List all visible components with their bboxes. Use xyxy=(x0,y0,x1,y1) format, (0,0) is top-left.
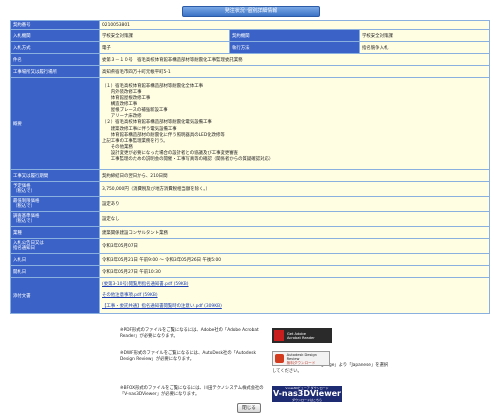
label-bid-org: 入札機関 xyxy=(10,29,100,42)
label-notice-date: 入札公告日又は 指名通知日 xyxy=(10,238,100,254)
label-contract-no: 契約番号 xyxy=(10,20,100,30)
autodesk-design-review-badge[interactable]: Autodesk Design Review 無料ダウンロード xyxy=(272,351,330,366)
detail-table: 契約番号 0210053801 入札機関 学校安全対策課 契約機関 学校安全対策… xyxy=(10,20,490,314)
value-contract-org: 学校安全対策課 xyxy=(359,29,490,42)
note-bfox: ※BFOX形式のファイルをご覧になるには、川田テクノシステム株式会社の「V-na… xyxy=(120,386,264,397)
label-survey-base: 調査基準価格 （税込で） xyxy=(10,211,100,227)
row-survey-base: 調査基準価格 （税込で） 設定なし xyxy=(10,211,490,227)
page-title: 発注状況･個別詳細情報 xyxy=(182,6,320,17)
note-pdf: ※PDF形式のファイルをご覧になるには、Adobe社の「Adobe Acroba… xyxy=(120,328,259,339)
row-open-date: 開札日 令和3年05月27日 午前10:30 xyxy=(10,265,490,278)
row-site: 工事場所又は履行場所 高知県宿毛市四万十町元帳平町5-1 xyxy=(10,65,490,78)
vnas-badge-main: V-nas3DViewer xyxy=(273,389,341,398)
value-site: 高知県宿毛市四万十町元帳平町5-1 xyxy=(99,65,490,78)
value-survey-base: 設定なし xyxy=(99,211,490,227)
row-subject: 件名 委第３－１０号 宿毛高校体育館非構造部材等耐震化工事監理委託業務 xyxy=(10,53,490,66)
row-period: 工事又は履行期間 契約締結日の翌日から、210日間 xyxy=(10,169,490,182)
value-bid-type: 電子 xyxy=(99,41,230,54)
value-open-date: 令和3年05月27日 午前10:30 xyxy=(99,265,490,278)
autodesk-badge-line2: 無料ダウンロード xyxy=(286,360,316,365)
value-industry: 建築関係建設コンサルタント業務 xyxy=(99,226,490,239)
value-bid-org: 学校安全対策課 xyxy=(99,29,230,42)
attachment-link-notes[interactable]: その他注意事項.pdf (59KB) xyxy=(102,293,158,298)
close-button[interactable]: 閉じる xyxy=(237,403,261,413)
attachment-link-notice[interactable]: (委第3-10号)閲覧用指名通知書.pdf (59KB) xyxy=(102,282,189,287)
label-open-date: 開札日 xyxy=(10,265,100,278)
value-min-limit: 設定あり xyxy=(99,196,490,212)
label-period: 工事又は履行期間 xyxy=(10,169,100,182)
value-exec-method: 指名競争入札 xyxy=(359,41,490,54)
label-contract-org: 契約機関 xyxy=(229,29,360,42)
row-contract-no: 契約番号 0210053801 xyxy=(10,20,490,30)
value-subject: 委第３－１０号 宿毛高校体育館非構造部材等耐震化工事監理委託業務 xyxy=(99,53,490,66)
value-contract-no: 0210053801 xyxy=(99,20,490,30)
note-dwf: ※DWF形式のファイルをご覧になるには、AutoDesk社の「Autodesk … xyxy=(120,351,256,362)
label-attachments: 添付文書 xyxy=(10,277,100,314)
row-attachments: 添付文書 (委第3-10号)閲覧用指名通知書.pdf (59KB) その他注意事… xyxy=(10,277,490,314)
label-min-limit: 最低制限価格 （税込で） xyxy=(10,196,100,212)
row-min-limit: 最低制限価格 （税込で） 設定あり xyxy=(10,196,490,212)
label-planned-price: 予定価格 （税込で） xyxy=(10,181,100,197)
label-industry: 業種 xyxy=(10,226,100,239)
row-bid-date: 入札日 令和3年05月21日 午前9:00 ～ 令和3年05月26日 午後5:0… xyxy=(10,253,490,266)
vnas-badge-bottom: ダウンロードはこちら xyxy=(291,398,322,402)
label-site: 工事場所又は履行場所 xyxy=(10,65,100,78)
label-bid-date: 入札日 xyxy=(10,253,100,266)
label-bid-type: 入札方式 xyxy=(10,41,100,54)
autodesk-icon xyxy=(275,354,284,363)
row-bid-type: 入札方式 電子 執行方法 指名競争入札 xyxy=(10,41,490,54)
label-subject: 件名 xyxy=(10,53,100,66)
value-period: 契約締結日の翌日から、210日間 xyxy=(99,169,490,182)
row-org: 入札機関 学校安全対策課 契約機関 学校安全対策課 xyxy=(10,29,490,42)
value-bid-date: 令和3年05月21日 午前9:00 ～ 令和3年05月26日 午後5:00 xyxy=(99,253,490,266)
row-industry: 業種 建築関係建設コンサルタント業務 xyxy=(10,226,490,239)
attachment-link-caution[interactable]: 【工事・委託共通】指名通知書閲覧時の注意い.pdf (309KB) xyxy=(102,304,222,309)
row-notice-date: 入札公告日又は 指名通知日 令和3年05月07日 xyxy=(10,238,490,254)
value-notice-date: 令和3年05月07日 xyxy=(99,238,490,254)
autodesk-badge-line1: Autodesk Design Review xyxy=(286,352,317,361)
row-planned-price: 予定価格 （税込で） 3,750,000円（消費税及び地方消費税相当額を除く。） xyxy=(10,181,490,197)
row-overview: 概要 （１）宿毛高校体育館非構造部材等耐震化全体工事 内外装改修工事 体育館屋根… xyxy=(10,77,490,170)
label-exec-method: 執行方法 xyxy=(229,41,360,54)
adobe-icon xyxy=(274,330,284,341)
value-overview: （１）宿毛高校体育館非構造部材等耐震化全体工事 内外装改修工事 体育館屋根改修工… xyxy=(102,83,274,163)
vnas3dviewer-badge[interactable]: V-nas3Dビューア ダウンロード V-nas3DViewer ダウンロードは… xyxy=(272,386,342,402)
label-overview: 概要 xyxy=(10,77,100,170)
value-planned-price: 3,750,000円（消費税及び地方消費税相当額を除く。） xyxy=(99,181,490,197)
adobe-reader-badge[interactable]: Get Adobe Acrobat Reader xyxy=(272,328,332,343)
adobe-badge-line2: Acrobat Reader xyxy=(287,335,315,340)
